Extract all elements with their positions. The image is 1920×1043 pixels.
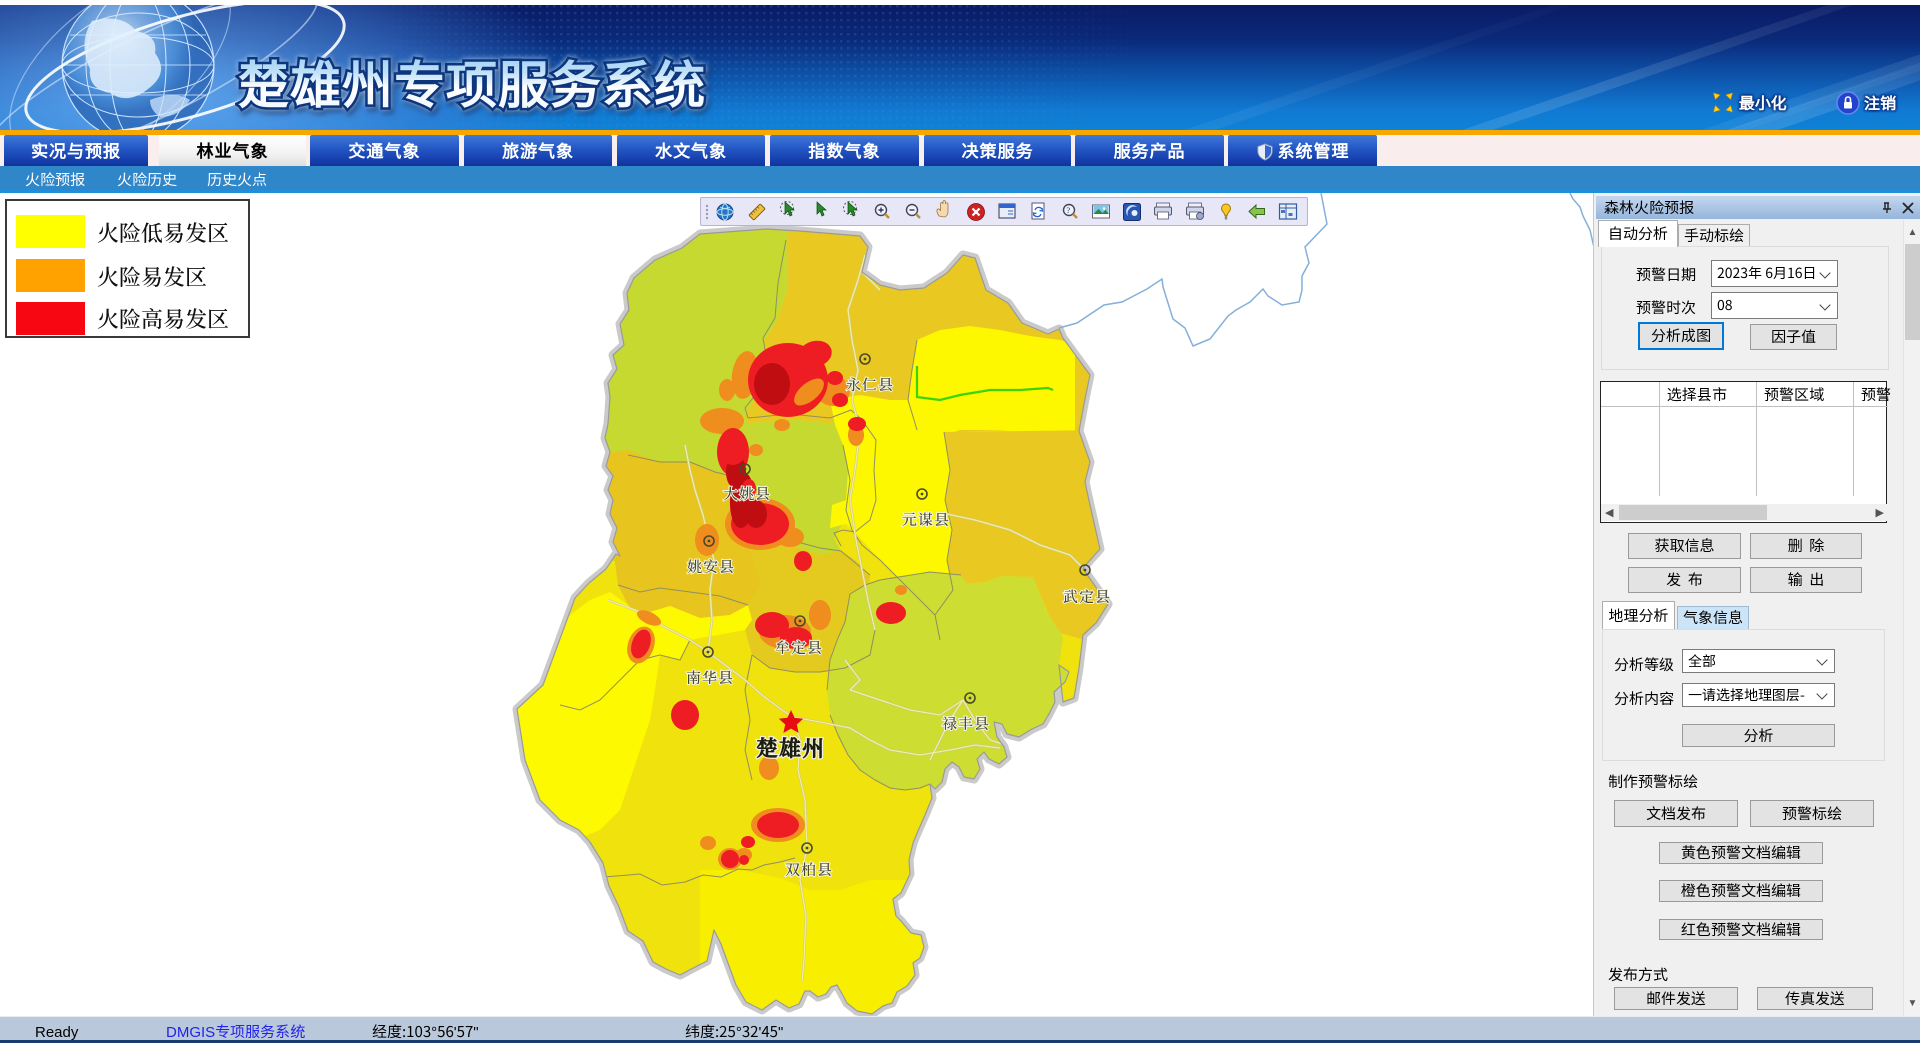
svg-text:元谋县: 元谋县 [902,509,950,530]
svg-text:武定县: 武定县 [1063,586,1111,607]
svg-text:南华县: 南华县 [686,667,734,688]
svg-text:永仁县: 永仁县 [846,374,894,395]
svg-text:楚雄州: 楚雄州 [756,732,825,763]
svg-text:?: ? [1067,206,1071,215]
svg-text:禄丰县: 禄丰县 [942,713,990,734]
svg-text:双柏县: 双柏县 [785,859,833,880]
svg-text:牟定县: 牟定县 [775,637,823,658]
svg-text:姚安县: 姚安县 [687,556,735,577]
svg-text:大姚县: 大姚县 [723,483,771,504]
